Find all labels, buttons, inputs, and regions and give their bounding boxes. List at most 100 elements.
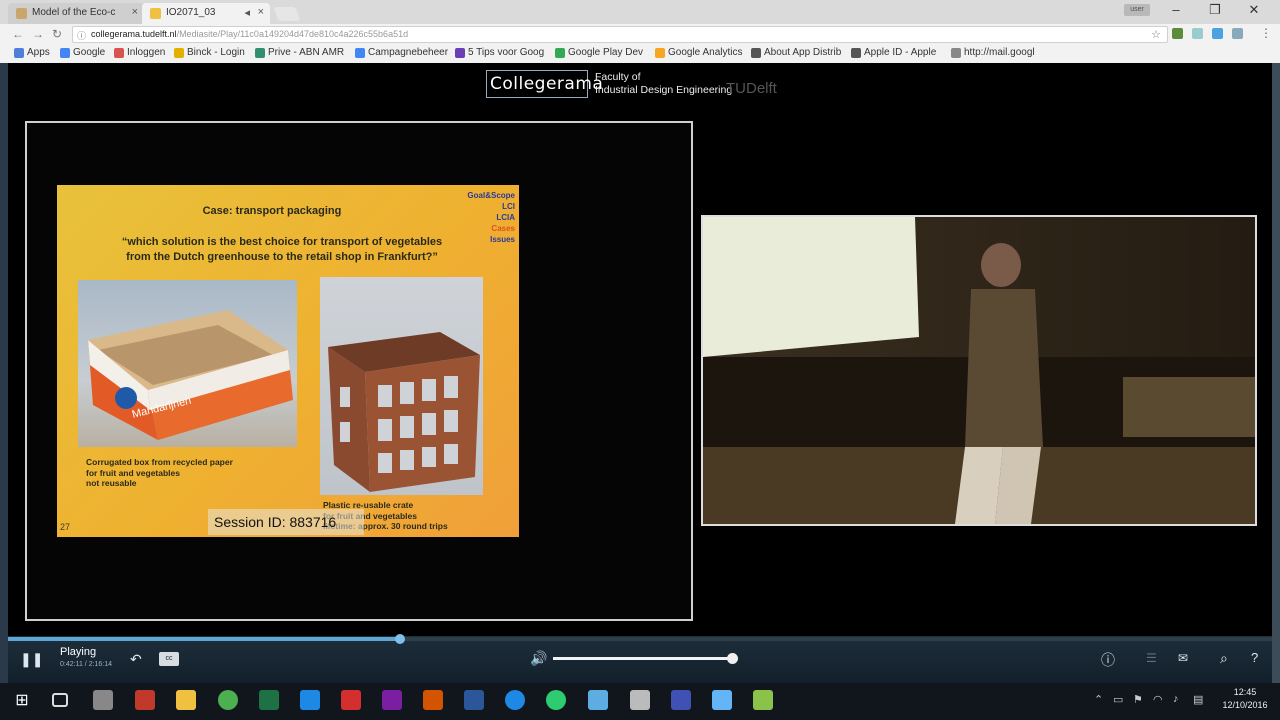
tab-model-eco[interactable]: Model of the Eco-c × bbox=[8, 3, 144, 24]
tab-strip: Model of the Eco-c × IO2071_03 ◂ × user … bbox=[0, 0, 1280, 24]
playback-status: Playing bbox=[60, 646, 97, 658]
menu-icon[interactable]: ⋮ bbox=[1260, 26, 1272, 40]
tab-favicon-icon bbox=[16, 8, 27, 19]
taskbar-app-14-icon[interactable] bbox=[546, 690, 566, 710]
file-explorer-icon[interactable] bbox=[176, 690, 196, 710]
tray-chevron-icon[interactable]: ⌃ bbox=[1094, 693, 1103, 706]
info-icon[interactable]: ⓘ bbox=[1101, 650, 1115, 670]
pause-icon[interactable]: ❚❚ bbox=[20, 651, 43, 668]
address-host: collegerama.tudelft.nl bbox=[91, 29, 177, 39]
bookmark-label: Google bbox=[73, 47, 106, 58]
taskbar-app-13-icon[interactable] bbox=[505, 690, 525, 710]
bookmark-google[interactable]: Google bbox=[60, 47, 105, 58]
closed-captions-button[interactable]: cc bbox=[159, 652, 179, 666]
bookmark-star-icon[interactable]: ☆ bbox=[1151, 28, 1161, 41]
volume-slider[interactable] bbox=[553, 657, 738, 660]
taskbar-clock[interactable]: 12:45 12/10/2016 bbox=[1216, 686, 1274, 712]
forward-icon[interactable]: → bbox=[32, 27, 44, 41]
tab-close-icon[interactable]: × bbox=[132, 6, 138, 18]
taskbar-app-18-icon[interactable] bbox=[712, 690, 732, 710]
video-panel[interactable] bbox=[701, 215, 1257, 526]
tray-battery-icon[interactable]: ▭ bbox=[1113, 693, 1123, 706]
bookmark-campagne[interactable]: Campagnebeheer bbox=[355, 47, 448, 58]
search-icon[interactable]: ⌕ bbox=[1220, 650, 1228, 667]
bookmark-appleid[interactable]: Apple ID - Apple bbox=[851, 47, 936, 58]
bookmark-play[interactable]: Google Play Dev bbox=[555, 47, 643, 58]
toolbar: ← → ↻ ⓘ collegerama.tudelft.nl/Mediasite… bbox=[0, 24, 1280, 44]
bookmark-inloggen[interactable]: Inloggen bbox=[114, 47, 165, 58]
acrobat-icon[interactable] bbox=[341, 690, 361, 710]
desktop-edge-right bbox=[1272, 63, 1280, 683]
play-icon bbox=[555, 47, 565, 58]
close-window-button[interactable]: ✕ bbox=[1234, 2, 1274, 18]
tab-label: Model of the Eco-c bbox=[32, 7, 116, 18]
tray-volume-icon[interactable]: ♪ bbox=[1173, 693, 1179, 705]
faculty-line1: Faculty of bbox=[595, 71, 641, 83]
bookmark-5tips[interactable]: 5 Tips voor Goog bbox=[455, 47, 544, 58]
list-icon[interactable]: ☰ bbox=[1146, 651, 1157, 665]
volume-icon[interactable]: 🔊 bbox=[530, 650, 547, 667]
bookmark-label: Apple ID - Apple bbox=[864, 47, 937, 58]
info-icon[interactable]: ⓘ bbox=[77, 29, 86, 42]
task-view-icon[interactable] bbox=[52, 693, 68, 707]
onenote-icon[interactable] bbox=[382, 690, 402, 710]
extension-2-icon[interactable] bbox=[1192, 28, 1203, 39]
extension-1-icon[interactable] bbox=[1172, 28, 1183, 39]
taskbar-app-16-icon[interactable] bbox=[630, 690, 650, 710]
excel-icon[interactable] bbox=[259, 690, 279, 710]
bookmark-binck[interactable]: Binck - Login bbox=[174, 47, 245, 58]
windows-start-icon[interactable]: ⊞ bbox=[12, 690, 32, 710]
current-time: 0:42:11 bbox=[60, 661, 83, 668]
tray-wifi-icon[interactable]: ◠ bbox=[1153, 693, 1163, 706]
edge-icon[interactable] bbox=[300, 690, 320, 710]
progress-fill bbox=[8, 637, 400, 641]
powerpoint-icon[interactable] bbox=[423, 690, 443, 710]
back-icon[interactable]: ← bbox=[12, 27, 24, 41]
faculty-label: Faculty of Industrial Design Engineering bbox=[595, 71, 732, 97]
taskbar-app-3-icon[interactable] bbox=[93, 690, 113, 710]
bookmark-label: 5 Tips voor Goog bbox=[468, 47, 545, 58]
question-line2: from the Dutch greenhouse to the retail … bbox=[126, 251, 438, 263]
bookmarks-bar: Apps Google Inloggen Binck - Login Prive… bbox=[0, 44, 1280, 62]
bookmark-apps[interactable]: Apps bbox=[14, 47, 50, 58]
bookmark-label: Inloggen bbox=[127, 47, 166, 58]
taskbar-app-17-icon[interactable] bbox=[671, 690, 691, 710]
rewind-icon[interactable]: ↶ bbox=[130, 651, 142, 668]
chrome-icon[interactable] bbox=[218, 690, 238, 710]
user-badge[interactable]: user bbox=[1124, 4, 1150, 16]
google-icon bbox=[60, 47, 70, 58]
bookmark-label: Prive - ABN AMR bbox=[268, 47, 345, 58]
tab-label: IO2071_03 bbox=[166, 7, 216, 18]
address-bar[interactable]: ⓘ collegerama.tudelft.nl/Mediasite/Play/… bbox=[72, 26, 1168, 43]
maximize-button[interactable]: ❐ bbox=[1195, 2, 1235, 18]
taskbar-app-4-icon[interactable] bbox=[135, 690, 155, 710]
tray-network-icon[interactable]: ⚑ bbox=[1133, 693, 1143, 706]
new-tab-button[interactable] bbox=[273, 7, 301, 21]
extension-3-icon[interactable] bbox=[1212, 28, 1223, 39]
taskbar-app-19-icon[interactable] bbox=[753, 690, 773, 710]
bookmark-label: Google Analytics bbox=[668, 47, 743, 58]
help-icon[interactable]: ? bbox=[1251, 650, 1258, 665]
bookmark-analytics[interactable]: Google Analytics bbox=[655, 47, 743, 58]
slide: Goal&Scope LCI LCIA Cases Issues Case: t… bbox=[57, 185, 519, 537]
progress-bar[interactable] bbox=[8, 634, 1272, 644]
slide-page-number: 27 bbox=[60, 522, 71, 532]
mail-icon[interactable]: ✉ bbox=[1178, 651, 1188, 665]
bookmark-label: http://mail.googl bbox=[964, 47, 1035, 58]
tab-favicon-icon bbox=[150, 8, 161, 19]
bookmark-label: Google Play Dev bbox=[568, 47, 644, 58]
word-icon[interactable] bbox=[464, 690, 484, 710]
tab-io2071[interactable]: IO2071_03 ◂ × bbox=[142, 3, 270, 24]
bookmark-mail[interactable]: http://mail.googl bbox=[951, 47, 1035, 58]
tab-close-icon[interactable]: × bbox=[258, 6, 264, 18]
progress-handle[interactable] bbox=[394, 634, 405, 644]
tray-notifications-icon[interactable]: ▤ bbox=[1193, 693, 1203, 706]
star-icon bbox=[174, 47, 184, 58]
reload-icon[interactable]: ↻ bbox=[52, 27, 62, 41]
extension-4-icon[interactable] bbox=[1232, 28, 1243, 39]
minimize-button[interactable]: – bbox=[1156, 2, 1196, 17]
bookmark-abn[interactable]: Prive - ABN AMR bbox=[255, 47, 344, 58]
tudelft-logo: TUDelft bbox=[726, 80, 777, 97]
bookmark-appdist[interactable]: About App Distrib bbox=[751, 47, 841, 58]
taskbar-app-15-icon[interactable] bbox=[588, 690, 608, 710]
